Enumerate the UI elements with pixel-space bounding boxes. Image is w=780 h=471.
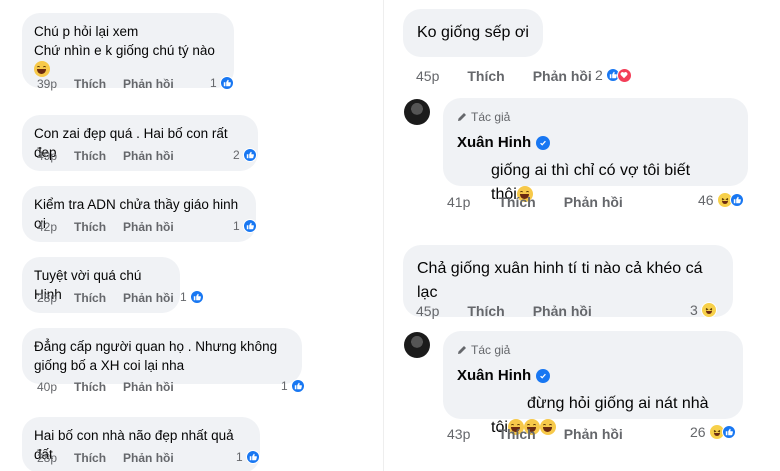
comment-meta: 28p Thích Phản hồi — [37, 291, 191, 305]
author-tag: Tác giả — [457, 105, 734, 129]
reaction-summary[interactable]: 2 — [595, 67, 632, 83]
haha-reaction-icon — [700, 302, 717, 318]
grin-emoji-icon — [34, 61, 50, 77]
author-name[interactable]: Xuân Hinh — [457, 131, 734, 155]
comment-time[interactable]: 42p — [37, 220, 57, 234]
like-link[interactable]: Thích — [74, 451, 106, 465]
reaction-summary[interactable]: 26 — [690, 424, 736, 440]
author-tag: Tác giả — [457, 338, 729, 362]
reply-link[interactable]: Phản hồi — [123, 77, 174, 91]
comment-meta: 42p Thích Phản hồi — [37, 220, 191, 234]
comment-meta: 39p Thích Phản hồi — [37, 77, 191, 91]
author-name[interactable]: Xuân Hinh — [457, 364, 729, 388]
reaction-summary[interactable]: 1 — [281, 379, 305, 393]
reply-bubble: Tác giả Xuân Hinh đừng hỏi giống ai nát … — [443, 331, 743, 436]
like-reaction-icon — [721, 425, 736, 439]
comment-time[interactable]: 40p — [37, 380, 57, 394]
comment-bubble: Ko giống sếp ơi — [403, 9, 543, 57]
reaction-count: 1 — [236, 450, 243, 464]
like-reaction-icon — [242, 148, 257, 162]
reaction-count: 3 — [690, 302, 698, 318]
comment-line: Chú p hỏi lại xem — [34, 24, 139, 39]
reaction-count: 2 — [595, 67, 603, 83]
reaction-count: 46 — [698, 192, 714, 208]
reaction-count: 1 — [233, 219, 240, 233]
reply-link[interactable]: Phản hồi — [123, 380, 174, 394]
reaction-count: 26 — [690, 424, 706, 440]
verified-badge-icon — [536, 136, 551, 150]
comment-time[interactable]: 28p — [37, 451, 57, 465]
like-link[interactable]: Thích — [74, 77, 106, 91]
reaction-summary[interactable]: 1 — [236, 450, 260, 464]
reply-time[interactable]: 43p — [447, 426, 470, 442]
comment-time[interactable]: 45p — [416, 303, 439, 319]
verified-badge-icon — [536, 369, 551, 383]
reaction-count: 2 — [233, 148, 240, 162]
like-reaction-icon — [290, 379, 305, 393]
like-link[interactable]: Thích — [498, 194, 535, 210]
like-reaction-icon — [729, 193, 744, 207]
comment-time[interactable]: 49p — [37, 149, 57, 163]
comment-time[interactable]: 39p — [37, 77, 57, 91]
like-link[interactable]: Thích — [74, 220, 106, 234]
heart-reaction-icon — [616, 67, 632, 83]
right-comment-column: Ko giống sếp ơi 45p Thích Phản hồi 2 Tác… — [385, 0, 780, 471]
reply-link[interactable]: Phản hồi — [123, 451, 174, 465]
reaction-count: 1 — [210, 76, 217, 90]
like-link[interactable]: Thích — [467, 303, 504, 319]
reply-link[interactable]: Phản hồi — [123, 291, 174, 305]
comment-line: Chứ nhìn e k giống chú tý nào — [34, 41, 222, 79]
pencil-icon — [458, 346, 466, 354]
left-comment-column: Chú p hỏi lại xem Chứ nhìn e k giống chú… — [0, 0, 385, 471]
comment-meta: 45p Thích Phản hồi — [416, 303, 620, 319]
reply-time[interactable]: 41p — [447, 194, 470, 210]
comment-meta: 49p Thích Phản hồi — [37, 149, 191, 163]
reaction-summary[interactable]: 46 — [698, 192, 744, 208]
comment-meta: 45p Thích Phản hồi — [416, 68, 620, 84]
reaction-summary[interactable]: 2 — [233, 148, 257, 162]
reply-link[interactable]: Phản hồi — [123, 220, 174, 234]
reaction-count: 1 — [180, 290, 187, 304]
reply-link[interactable]: Phản hồi — [564, 194, 623, 210]
reaction-count: 1 — [281, 379, 288, 393]
comment-line: Ko giống sếp ơi — [417, 24, 529, 41]
reply-meta: 43p Thích Phản hồi — [447, 426, 651, 442]
like-reaction-icon — [219, 76, 234, 90]
reply-link[interactable]: Phản hồi — [564, 426, 623, 442]
like-reaction-icon — [189, 290, 204, 304]
reply-line: giống ai thì chỉ có vợ tôi biết — [491, 162, 691, 179]
like-link[interactable]: Thích — [74, 149, 106, 163]
like-reaction-icon — [245, 450, 260, 464]
like-link[interactable]: Thích — [498, 426, 535, 442]
like-link[interactable]: Thích — [467, 68, 504, 84]
comment-bubble: Đẳng cấp người quan họ . Nhưng không giố… — [22, 328, 302, 384]
reply-bubble: Tác giả Xuân Hinh giống ai thì chỉ có vợ… — [443, 98, 748, 203]
reply-link[interactable]: Phản hồi — [533, 303, 592, 319]
reply-meta: 41p Thích Phản hồi — [447, 194, 651, 210]
reply-link[interactable]: Phản hồi — [123, 149, 174, 163]
like-link[interactable]: Thích — [74, 291, 106, 305]
reaction-summary[interactable]: 1 — [180, 290, 204, 304]
comment-line: Đẳng cấp người quan họ . Nhưng không — [34, 339, 278, 354]
pencil-icon — [458, 113, 466, 121]
comment-line: giống bố a XH coi lại nha — [34, 358, 185, 373]
like-reaction-icon — [242, 219, 257, 233]
like-link[interactable]: Thích — [74, 380, 106, 394]
author-avatar[interactable] — [404, 332, 430, 358]
reply-link[interactable]: Phản hồi — [533, 68, 592, 84]
comment-line: Chả giống xuân hinh tí ti nào cả khéo cá… — [417, 260, 703, 301]
comment-time[interactable]: 45p — [416, 68, 439, 84]
reaction-summary[interactable]: 1 — [233, 219, 257, 233]
comment-time[interactable]: 28p — [37, 291, 57, 305]
comment-meta: 40p Thích Phản hồi — [37, 380, 191, 394]
author-avatar[interactable] — [404, 99, 430, 125]
reaction-summary[interactable]: 3 — [690, 302, 717, 318]
comment-meta: 28p Thích Phản hồi — [37, 451, 191, 465]
reply-line: đừng hỏi giống ai nát nhà — [527, 395, 709, 412]
reaction-summary[interactable]: 1 — [210, 76, 234, 90]
